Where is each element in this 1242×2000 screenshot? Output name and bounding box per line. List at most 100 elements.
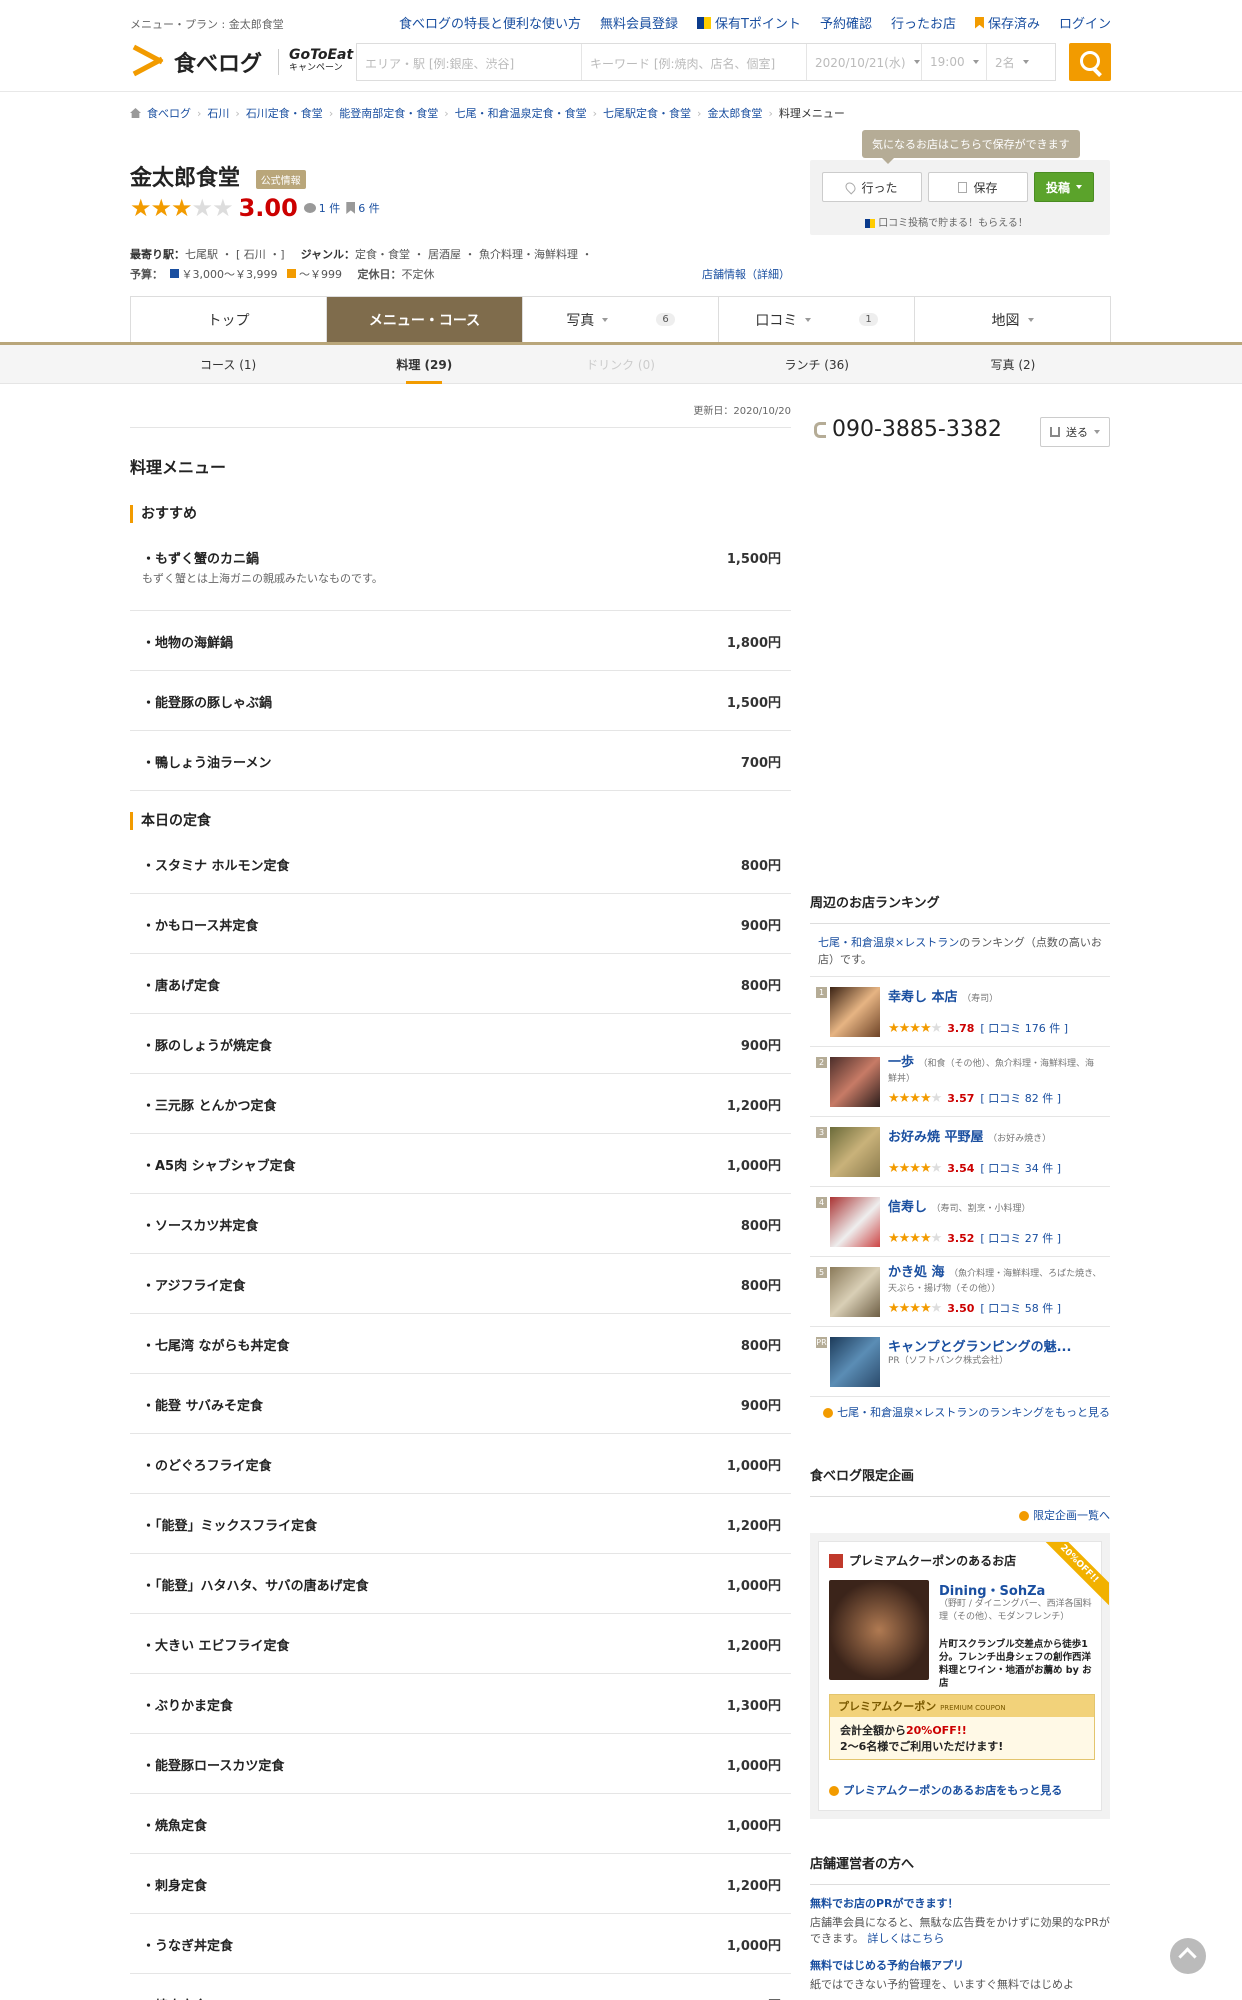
page-top-button[interactable]: [1170, 1938, 1206, 1974]
limited-list-link[interactable]: 限定企画一覧へ: [810, 1507, 1110, 1523]
ranking-shop-name[interactable]: 幸寿し 本店 （寿司）: [888, 986, 998, 1005]
ranking-reviews[interactable]: [ 口コミ 176 件 ]: [980, 1020, 1068, 1036]
shop-info-link[interactable]: 店舗情報（詳細）: [702, 266, 790, 282]
visited-button[interactable]: 行った: [822, 172, 922, 202]
tab-label: 口コミ: [755, 312, 798, 329]
date-select[interactable]: 2020/10/21(水): [807, 44, 922, 80]
breadcrumb-item[interactable]: 石川: [207, 105, 229, 121]
station-value[interactable]: 七尾駅 ・ [ 石川 ・]: [185, 248, 285, 261]
tpoint-link[interactable]: 保有Tポイント: [696, 13, 801, 32]
ranking-item[interactable]: 3 お好み焼 平野屋 （お好み焼き） ★★★★★ 3.54 [ 口コミ 34 件 ]: [810, 1117, 1110, 1187]
holiday-label: 定休日：: [357, 268, 402, 281]
breadcrumb-item[interactable]: 石川定食・食堂: [246, 105, 323, 121]
menu-item-price: 1,500円: [726, 552, 781, 567]
ranking-thumbnail[interactable]: [830, 1267, 880, 1317]
menu-item-price: 1,000円: [726, 1939, 781, 1954]
people-select[interactable]: 2名: [987, 44, 1055, 80]
send-label: 送る: [1066, 426, 1088, 439]
review-count[interactable]: 1 件: [303, 200, 341, 216]
reservation-link[interactable]: 予約確認: [820, 13, 872, 32]
ranking-score: 3.78: [947, 1021, 975, 1035]
subtab-lunch[interactable]: ランチ (36): [719, 345, 915, 384]
time-select[interactable]: 19:00: [922, 44, 987, 80]
keyword-input[interactable]: キーワード [例:焼肉、店名、個室]: [582, 44, 807, 80]
genre-value[interactable]: 定食・食堂 ・ 居酒屋 ・ 魚介料理・海鮮料理 ・: [355, 248, 592, 261]
save-button[interactable]: 保存: [928, 172, 1028, 202]
ranking-item[interactable]: 5 かき処 海 （魚介料理・海鮮料理、ろばた焼き、天ぷら・揚げ物（その他）） ★★★…: [810, 1257, 1110, 1327]
ranking-thumbnail[interactable]: [830, 1127, 880, 1177]
tpoint-icon: [696, 16, 711, 29]
login-link[interactable]: ログイン: [1059, 13, 1111, 32]
review-count-value: 1 件: [318, 202, 341, 215]
menu-item: ・「能登」ハタハタ、サバの唐あげ定食 1,000円: [130, 1554, 791, 1614]
ranking-thumbnail[interactable]: [830, 1337, 880, 1387]
ranking-rating: ★★★★★ 3.52 [ 口コミ 27 件 ]: [888, 1230, 1061, 1246]
tab-map[interactable]: 地図: [914, 297, 1111, 342]
breadcrumb-item[interactable]: 七尾駅定食・食堂: [603, 105, 691, 121]
menu-section-recommended: おすすめ ・もずく蟹のカニ鍋 1,500円 もずく蟹とは上海ガニの親戚みたいなもので…: [130, 505, 791, 791]
ranking-reviews[interactable]: [ 口コミ 58 件 ]: [980, 1300, 1061, 1316]
tab-photos[interactable]: 写真 6: [522, 297, 718, 342]
phone-number[interactable]: 090-3885-3382: [814, 417, 1002, 442]
menu-item: ・地物の海鮮鍋 1,800円: [130, 611, 791, 671]
coupon-shop-photo[interactable]: [829, 1580, 929, 1680]
shop-info-row: 最寄り駅：七尾駅 ・ [ 石川 ・] ジャンル：定食・食堂 ・ 居酒屋 ・ 魚介…: [130, 246, 1111, 262]
save-count[interactable]: 6 件: [346, 200, 380, 216]
coupon-more-link[interactable]: プレミアムクーポンのあるお店をもっと見る: [829, 1782, 1062, 1798]
ranking-reviews[interactable]: [ 口コミ 34 件 ]: [980, 1160, 1061, 1176]
tab-reviews[interactable]: 口コミ 1: [718, 297, 914, 342]
search-button[interactable]: [1069, 43, 1111, 81]
subtab-photos[interactable]: 写真 (2): [915, 345, 1111, 384]
features-link[interactable]: 食べログの特長と便利な使い方: [399, 13, 581, 32]
ranking-shop-name[interactable]: お好み焼 平野屋 （お好み焼き）: [888, 1126, 1051, 1145]
ranking-item[interactable]: 4 信寿し （寿司、割烹・小料理） ★★★★★ 3.52 [ 口コミ 27 件 ]: [810, 1187, 1110, 1257]
coupon-shop-name[interactable]: Dining・SohZa: [939, 1580, 1045, 1599]
owner-pr-link[interactable]: 無料でお店のPRができます！: [810, 1895, 1110, 1911]
send-button[interactable]: 送る: [1040, 417, 1110, 447]
limited-title: 食べログ限定企画: [810, 1465, 1110, 1497]
section-heading: おすすめ: [130, 505, 791, 523]
ranking-shop-name[interactable]: かき処 海 （魚介料理・海鮮料理、ろばた焼き、天ぷら・揚げ物（その他））: [888, 1266, 1103, 1296]
tab-label: 地図: [991, 312, 1020, 329]
owner-detail-link[interactable]: 詳しくはこちら: [867, 1932, 944, 1945]
visited-shops-link[interactable]: 行ったお店: [891, 13, 956, 32]
subtab-food[interactable]: 料理 (29): [326, 345, 522, 384]
ranking-area-link[interactable]: 七尾・和倉温泉×レストラン: [818, 936, 959, 949]
breadcrumb-item[interactable]: 能登南部定食・食堂: [339, 105, 438, 121]
breadcrumb-item[interactable]: 七尾・和倉温泉定食・食堂: [455, 105, 587, 121]
post-button[interactable]: 投稿: [1034, 172, 1094, 202]
tpoint-icon: [865, 218, 875, 228]
owner-app-link[interactable]: 無料ではじめる予約台帳アプリ: [810, 1957, 1110, 1973]
ranking-more-link[interactable]: 七尾・和倉温泉×レストランのランキングをもっと見る: [810, 1405, 1110, 1421]
menu-item-name: ・大きい エビフライ定食: [142, 1639, 290, 1654]
ranking-shop-name[interactable]: 信寿し （寿司、割烹・小料理）: [888, 1196, 1031, 1215]
ranking-item[interactable]: 1 幸寿し 本店 （寿司） ★★★★★ 3.78 [ 口コミ 176 件 ]: [810, 977, 1110, 1047]
menu-item-price: 1,300円: [727, 1995, 781, 2000]
ranking-shop-name[interactable]: キャンプとグランピングの魅...: [888, 1336, 1071, 1355]
ranking-item[interactable]: PR キャンプとグランピングの魅... PR（ソフトバンク株式会社）: [810, 1327, 1110, 1397]
area-input[interactable]: エリア・駅 [例:銀座、渋谷]: [357, 44, 582, 80]
ranking-thumbnail[interactable]: [830, 987, 880, 1037]
logo[interactable]: 食べログ GoToEat キャンペーン: [130, 46, 353, 78]
ranking-reviews[interactable]: [ 口コミ 82 件 ]: [980, 1090, 1061, 1106]
ranking-item[interactable]: 2 一歩 （和食（その他）、魚介料理・海鮮料理、海鮮丼） ★★★★★ 3.57 [ 口コ…: [810, 1047, 1110, 1117]
ranking-reviews[interactable]: [ 口コミ 27 件 ]: [980, 1230, 1061, 1246]
menu-item-price: 1,000円: [726, 1579, 781, 1594]
premium-coupon[interactable]: プレミアムクーポン PREMIUM COUPON 会計全額から20%OFF!! 2…: [829, 1694, 1095, 1760]
tab-top[interactable]: トップ: [130, 297, 326, 342]
menu-item-name: ・のどぐろフライ定食: [142, 1459, 272, 1474]
ranking-shop-name[interactable]: 一歩 （和食（その他）、魚介料理・海鮮料理、海鮮丼）: [888, 1056, 1103, 1086]
saved-link[interactable]: 保存済み: [974, 13, 1040, 32]
breadcrumb-separator: ›: [197, 106, 202, 120]
tab-menu[interactable]: メニュー・コース: [326, 297, 522, 342]
ranking-thumbnail[interactable]: [830, 1057, 880, 1107]
breadcrumb-item[interactable]: 金太郎食堂: [707, 105, 762, 121]
breadcrumb-item[interactable]: 食べログ: [147, 105, 191, 121]
share-icon: [1050, 427, 1060, 437]
subtab-course[interactable]: コース (1): [130, 345, 326, 384]
register-link[interactable]: 無料会員登録: [600, 13, 678, 32]
ranking-stars-off: ★: [930, 1300, 943, 1316]
coupon-shop-genre: （野町 / ダイニングバー、西洋各国料理（その他）、モダンフレンチ）: [939, 1599, 1092, 1622]
ranking-thumbnail[interactable]: [830, 1197, 880, 1247]
bookmark-icon: [346, 202, 356, 214]
